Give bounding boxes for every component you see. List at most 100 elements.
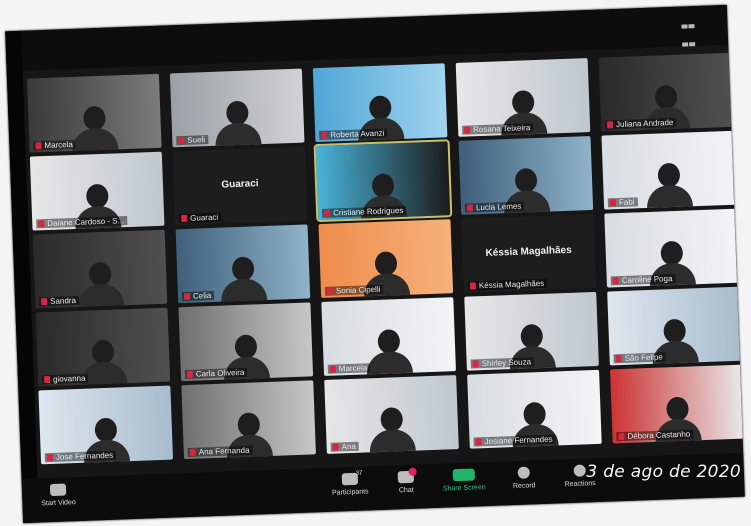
participant-tile[interactable]: Késsia Magalhães Késsia Magalhães <box>461 213 597 293</box>
muted-mic-icon <box>43 375 51 384</box>
participant-tile[interactable]: giovanna <box>35 307 171 387</box>
share-screen-button[interactable]: Share Screen <box>436 468 493 493</box>
participant-name: Marcela <box>44 139 74 151</box>
participant-name-label: Fabi <box>607 197 638 208</box>
participant-name: São Felipe <box>624 352 664 363</box>
participants-button[interactable]: 37 Participants <box>322 470 379 497</box>
participant-tile[interactable]: São Felipe <box>607 286 742 366</box>
participant-name-overlay: Késsia Magalhães <box>485 244 572 259</box>
record-icon <box>517 466 530 479</box>
muted-mic-icon <box>183 292 191 301</box>
participant-name: Guaraci <box>190 212 219 223</box>
participant-name-label: Celia <box>181 290 215 302</box>
participant-tile[interactable]: Guaraci Guaraci <box>172 146 308 226</box>
participant-tile[interactable]: Lucia Lemes <box>458 136 594 215</box>
participant-name: Ana Fernanda <box>198 445 250 457</box>
muted-mic-icon <box>35 142 42 150</box>
camera-icon <box>49 483 67 497</box>
photo-date-stamp: 3 de ago de 2020 <box>586 462 741 482</box>
participant-name-label: Késsia Magalhães <box>467 278 548 291</box>
muted-mic-icon <box>186 370 194 378</box>
participant-tile[interactable]: Celia <box>175 224 311 304</box>
participant-name: Shirley Souza <box>481 357 532 369</box>
muted-mic-icon <box>464 126 471 134</box>
participant-tile[interactable]: Jose Fernandes <box>38 385 174 465</box>
muted-mic-icon <box>618 432 625 441</box>
zoom-meeting-screen: Marcela Sueli Roberta Avanzi Rosana Teixeir… <box>5 4 745 524</box>
participant-tile[interactable]: Cristiane Rodrigues <box>313 139 453 223</box>
participant-name: Késsia Magalhães <box>478 278 545 291</box>
participant-tile[interactable]: Fabi <box>601 130 737 210</box>
participant-tile[interactable]: Caroline Poga <box>604 208 739 288</box>
participant-tile[interactable]: Carla Oliveira <box>178 302 314 382</box>
participant-tile[interactable]: Sandra <box>32 229 168 309</box>
participant-video <box>214 100 262 148</box>
participant-video <box>220 256 268 304</box>
record-button[interactable]: Record <box>496 466 553 491</box>
participant-tile[interactable]: Juliana Andrade <box>598 52 734 132</box>
gallery-grid: Marcela Sueli Roberta Avanzi Rosana Teixeir… <box>26 52 745 474</box>
participant-name: Lucia Lemes <box>475 201 522 213</box>
participant-tile[interactable]: Daiane Cardoso - S... <box>29 151 165 231</box>
participant-name-label: Ana <box>330 441 360 452</box>
participant-video <box>646 162 694 210</box>
participant-tile[interactable]: Shirley Souza <box>464 291 599 371</box>
record-label: Record <box>512 482 536 491</box>
muted-mic-icon <box>329 365 336 373</box>
muted-mic-icon <box>41 298 48 306</box>
smiley-icon <box>573 464 586 477</box>
participant-name: Celia <box>192 291 212 301</box>
muted-mic-icon <box>321 131 328 139</box>
participant-tile[interactable]: Rosana Teixeira <box>455 58 591 137</box>
participant-video <box>77 261 125 309</box>
share-screen-label: Share Screen <box>442 484 486 493</box>
muted-mic-icon <box>38 220 45 228</box>
participant-tile[interactable]: Marcela <box>321 297 456 376</box>
chat-notification-badge <box>408 467 417 476</box>
muted-mic-icon <box>466 204 474 212</box>
chat-button[interactable]: Chat <box>378 467 435 495</box>
participants-count: 37 <box>355 470 363 477</box>
participant-name-overlay: Guaraci <box>221 178 259 191</box>
participant-name: giovanna <box>52 373 86 384</box>
participant-name: Fabi <box>618 197 635 208</box>
participant-name-label: giovanna <box>41 373 89 385</box>
participant-tile[interactable]: Ana Fernanda <box>181 380 316 460</box>
muted-mic-icon <box>606 121 614 129</box>
start-video-button[interactable]: Start Video <box>30 483 87 508</box>
muted-mic-icon <box>472 360 479 368</box>
participant-tile[interactable]: Sonia Cipelli <box>318 219 454 298</box>
participant-name-label: Marcela <box>33 139 77 151</box>
muted-mic-icon <box>46 453 54 462</box>
participant-video <box>71 105 119 153</box>
muted-mic-icon <box>612 277 619 285</box>
participant-name-label: São Felipe <box>613 352 667 364</box>
chat-label: Chat <box>398 486 414 495</box>
muted-mic-icon <box>609 199 617 207</box>
start-video-label: Start Video <box>41 499 76 508</box>
participant-name-label: Sandra <box>38 295 80 307</box>
muted-mic-icon <box>615 355 622 363</box>
muted-mic-icon <box>332 443 339 451</box>
participant-name: Caroline Poga <box>621 274 673 285</box>
participant-tile[interactable]: Ana <box>324 375 459 454</box>
participant-name: Carla Oliveira <box>195 367 245 379</box>
muted-mic-icon <box>469 282 476 290</box>
participant-name: Ana <box>341 441 357 452</box>
participant-tile[interactable]: Sueli <box>169 68 305 148</box>
participant-name: Sueli <box>187 135 206 145</box>
participant-name: Sandra <box>49 295 77 306</box>
participant-video <box>365 329 414 376</box>
share-screen-icon <box>452 468 475 482</box>
participant-tile[interactable]: Débora Castanho <box>610 364 745 444</box>
gallery-view-icon[interactable] <box>681 16 697 47</box>
muted-mic-icon <box>189 448 196 456</box>
muted-mic-icon <box>475 438 482 446</box>
muted-mic-icon <box>326 287 334 295</box>
participant-tile[interactable]: Josiane Fernandes <box>467 369 602 449</box>
participants-label: Participants <box>331 488 369 497</box>
participant-video <box>368 407 417 454</box>
participant-tile[interactable]: Marcela <box>26 73 162 153</box>
participant-name-label: Marcela <box>327 363 371 374</box>
participant-tile[interactable]: Roberta Avanzi <box>312 63 448 143</box>
